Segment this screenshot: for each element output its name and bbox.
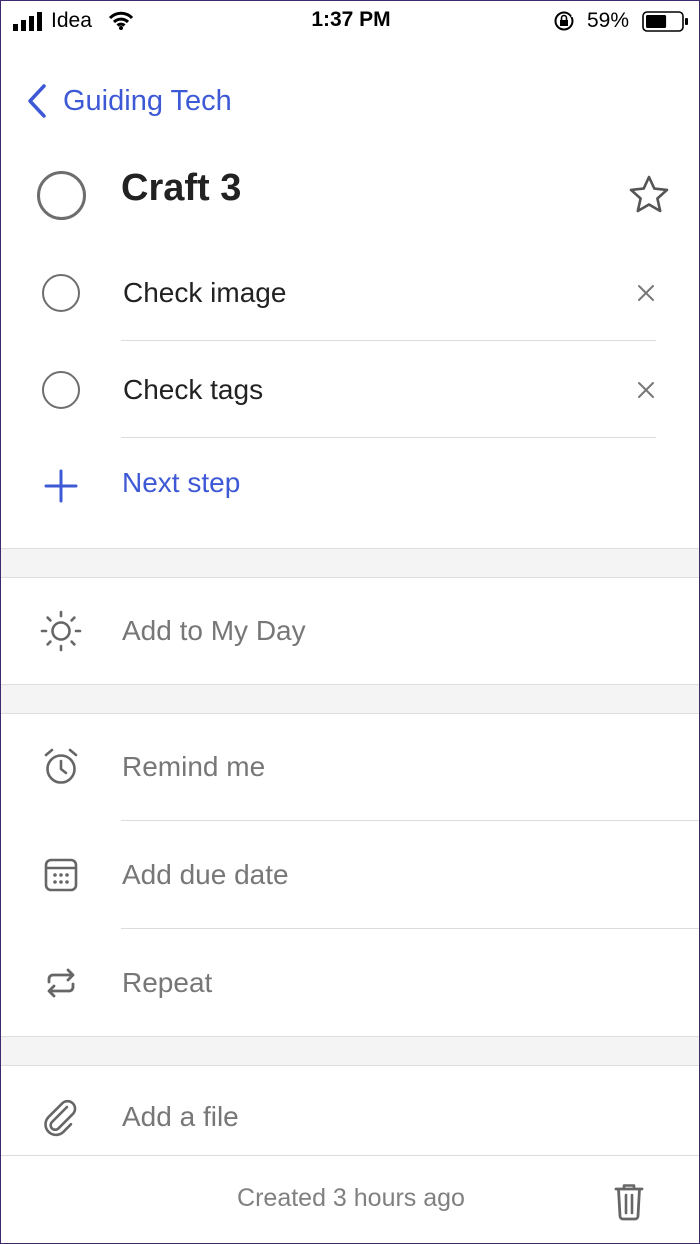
battery-percent: 59% <box>587 9 630 32</box>
add-file-label: Add a file <box>122 1101 239 1132</box>
alarm-clock-icon <box>44 748 78 784</box>
calendar-icon <box>44 858 78 892</box>
task-detail-screen: Idea 1:37 PM 59% Guiding Tech Craft 3 Ch… <box>0 0 700 1244</box>
status-bar: Idea 1:37 PM 59% <box>1 1 699 41</box>
remove-step-icon[interactable] <box>629 373 663 407</box>
add-to-my-day-label: Add to My Day <box>122 615 306 646</box>
next-step-label: Next step <box>122 467 241 498</box>
step-label[interactable]: Check tags <box>123 374 263 406</box>
paperclip-icon <box>44 1099 77 1137</box>
remove-step-icon[interactable] <box>629 276 663 310</box>
plus-icon <box>44 469 78 503</box>
task-complete-checkbox[interactable] <box>37 171 86 220</box>
step-label[interactable]: Check image <box>123 277 286 309</box>
repeat-label: Repeat <box>122 967 213 998</box>
add-due-date-label: Add due date <box>122 859 289 890</box>
back-button[interactable]: Guiding Tech <box>25 79 232 123</box>
created-timestamp: Created 3 hours ago <box>237 1184 465 1212</box>
step-checkbox[interactable] <box>42 371 80 409</box>
trash-icon[interactable] <box>607 1179 651 1223</box>
divider <box>121 340 656 341</box>
section-separator <box>1 548 699 578</box>
remind-me-label: Remind me <box>122 751 266 782</box>
sun-icon <box>40 610 82 652</box>
battery-icon <box>642 11 688 32</box>
section-separator <box>1 684 699 714</box>
task-title[interactable]: Craft 3 <box>121 167 241 210</box>
section-separator <box>1 1036 699 1066</box>
divider <box>121 820 699 821</box>
divider <box>121 437 656 438</box>
star-icon[interactable] <box>628 174 670 214</box>
step-checkbox[interactable] <box>42 274 80 312</box>
repeat-icon <box>47 968 75 998</box>
divider <box>121 928 699 929</box>
chevron-left-icon <box>28 84 46 118</box>
orientation-lock-icon <box>554 11 575 31</box>
back-label: Guiding Tech <box>63 84 232 117</box>
footer-divider <box>1 1155 699 1156</box>
